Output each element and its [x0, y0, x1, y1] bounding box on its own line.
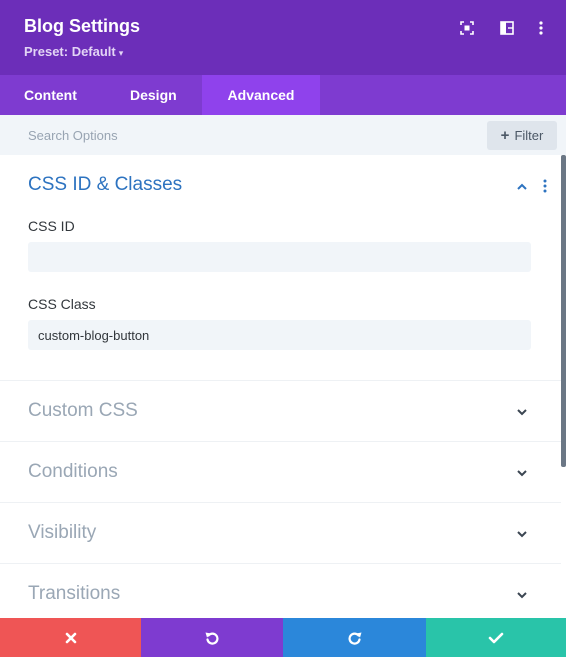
- search-bar: [0, 115, 566, 155]
- checkmark-icon: [488, 632, 504, 643]
- css-id-input[interactable]: [28, 242, 531, 272]
- section-options-icon[interactable]: [539, 178, 551, 194]
- redo-button[interactable]: [283, 618, 426, 657]
- section-title-visibility: Visibility: [28, 522, 97, 543]
- tab-advanced[interactable]: Advanced: [202, 75, 320, 115]
- section-transitions[interactable]: Transitions: [0, 564, 561, 625]
- section-custom-css[interactable]: Custom CSS: [0, 381, 561, 442]
- focus-icon[interactable]: [459, 20, 475, 36]
- filter-label: Filter: [514, 128, 544, 143]
- search-input[interactable]: [0, 115, 480, 155]
- undo-button[interactable]: [141, 618, 283, 657]
- css-class-label: CSS Class: [28, 296, 96, 312]
- caret-down-icon: ▾: [118, 48, 124, 58]
- preset-label: Preset: Default: [24, 44, 116, 59]
- chevron-down-icon: [515, 466, 529, 480]
- chevron-up-icon[interactable]: [515, 180, 529, 194]
- section-visibility[interactable]: Visibility: [0, 503, 561, 564]
- plus-icon: +: [500, 127, 510, 144]
- redo-icon: [347, 632, 361, 645]
- css-id-label: CSS ID: [28, 218, 75, 234]
- close-icon: [65, 632, 76, 643]
- more-options-icon[interactable]: [533, 20, 549, 36]
- tab-content[interactable]: Content: [0, 75, 106, 115]
- section-title-conditions: Conditions: [28, 461, 118, 482]
- modal-header: Blog Settings Preset: Default ▾: [0, 0, 566, 75]
- scrollbar[interactable]: [561, 155, 566, 467]
- discard-button[interactable]: [0, 618, 141, 657]
- settings-tabs: Content Design Advanced: [0, 75, 566, 115]
- filter-button[interactable]: + Filter: [487, 121, 557, 150]
- tab-design[interactable]: Design: [106, 75, 202, 115]
- section-title-transitions: Transitions: [28, 583, 121, 604]
- undo-icon: [205, 632, 219, 645]
- preset-selector[interactable]: Preset: Default ▾: [24, 44, 123, 59]
- action-footer: [0, 618, 566, 657]
- section-conditions[interactable]: Conditions: [0, 442, 561, 503]
- chevron-down-icon: [515, 527, 529, 541]
- split-view-icon[interactable]: [499, 20, 515, 36]
- section-title-css-id-classes[interactable]: CSS ID & Classes: [28, 174, 182, 196]
- chevron-down-icon: [515, 405, 529, 419]
- chevron-down-icon: [515, 588, 529, 602]
- section-title-custom-css: Custom CSS: [28, 400, 138, 421]
- save-button[interactable]: [426, 618, 566, 657]
- css-class-input[interactable]: [28, 320, 531, 350]
- modal-title: Blog Settings: [24, 16, 140, 36]
